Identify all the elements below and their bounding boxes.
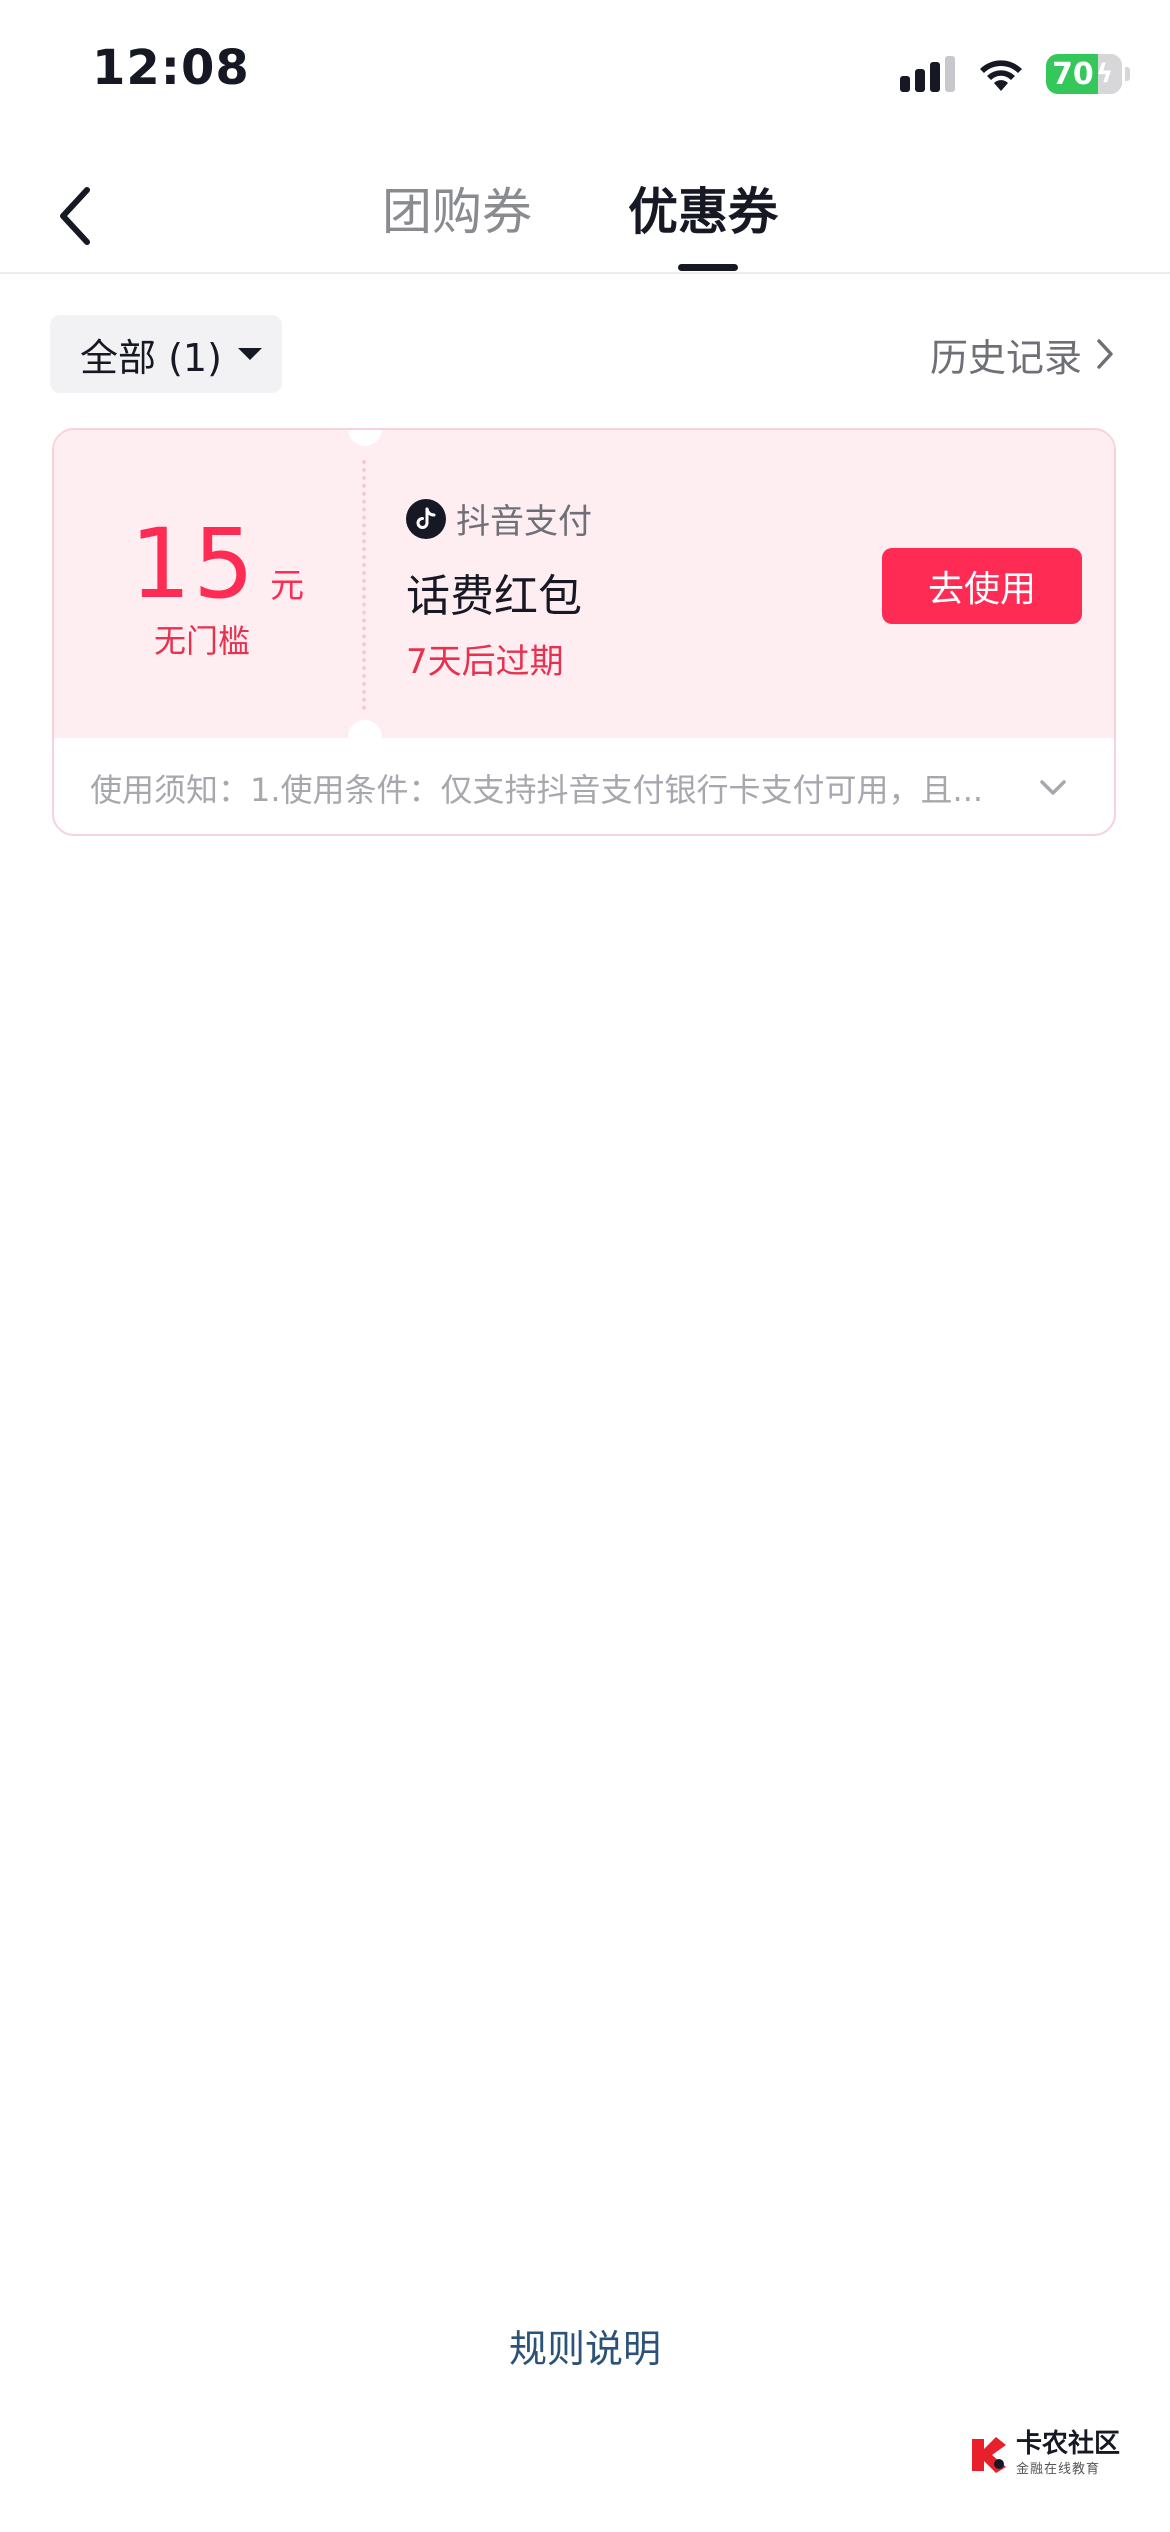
perforation-divider	[362, 460, 366, 710]
cellular-signal-icon	[900, 56, 956, 92]
header: 团购券 优惠券	[0, 160, 1170, 274]
coupon-ticket: 15 元 无门槛 抖音支付 话费红包 7天后过期 去使用	[54, 430, 1114, 754]
coupon-page: 12:08 70 ϟ 团购券 优惠券 全部 (1) 历史记录 15 元 无门槛 …	[0, 0, 1170, 2532]
chevron-down-icon	[1036, 773, 1070, 803]
wifi-icon	[980, 60, 1022, 91]
chevron-left-icon	[60, 187, 90, 245]
watermark: 卡农社区 金融在线教育	[968, 2430, 1120, 2477]
chevron-right-icon	[1097, 339, 1113, 369]
coupon-threshold: 无门槛	[154, 622, 251, 660]
rules-link[interactable]: 规则说明	[0, 2318, 1170, 2373]
status-time: 12:08	[92, 40, 250, 96]
history-label: 历史记录	[929, 335, 1082, 380]
provider-label: 抖音支付	[456, 502, 592, 542]
active-tab-indicator	[678, 264, 738, 271]
coupon-title: 话费红包	[406, 571, 582, 622]
status-icons: 70 ϟ	[900, 46, 1130, 102]
amount-unit: 元	[270, 566, 305, 606]
tab-coupons[interactable]: 优惠券	[628, 172, 778, 252]
history-link[interactable]: 历史记录	[930, 322, 1118, 386]
coupon-expiry: 7天后过期	[406, 642, 564, 682]
amount-value: 15	[130, 508, 257, 620]
usage-notice[interactable]: 使用须知：1.使用条件：仅支持抖音支付银行卡支付可用，且...	[90, 760, 1070, 816]
coupon-provider: 抖音支付	[406, 494, 592, 543]
caret-down-icon	[237, 348, 262, 360]
kanong-logo-icon	[972, 2436, 1006, 2473]
filter-dropdown[interactable]: 全部 (1)	[50, 315, 282, 393]
douyin-logo-icon	[406, 498, 446, 539]
coupon-card[interactable]: 15 元 无门槛 抖音支付 话费红包 7天后过期 去使用 使用须知：1.使用条件…	[52, 428, 1116, 836]
back-button[interactable]	[40, 174, 110, 258]
tab-group-buy[interactable]: 团购券	[382, 172, 532, 252]
watermark-title: 卡农社区	[1016, 2429, 1121, 2459]
battery-level: 70	[1052, 56, 1094, 92]
watermark-subtitle: 金融在线教育	[1016, 2462, 1101, 2477]
battery-icon: 70 ϟ	[1046, 54, 1130, 94]
use-coupon-button[interactable]: 去使用	[882, 548, 1082, 624]
filter-label: 全部 (1)	[80, 335, 222, 380]
coupon-amount: 15 元	[130, 508, 304, 620]
usage-notice-text: 使用须知：1.使用条件：仅支持抖音支付银行卡支付可用，且...	[90, 771, 984, 809]
